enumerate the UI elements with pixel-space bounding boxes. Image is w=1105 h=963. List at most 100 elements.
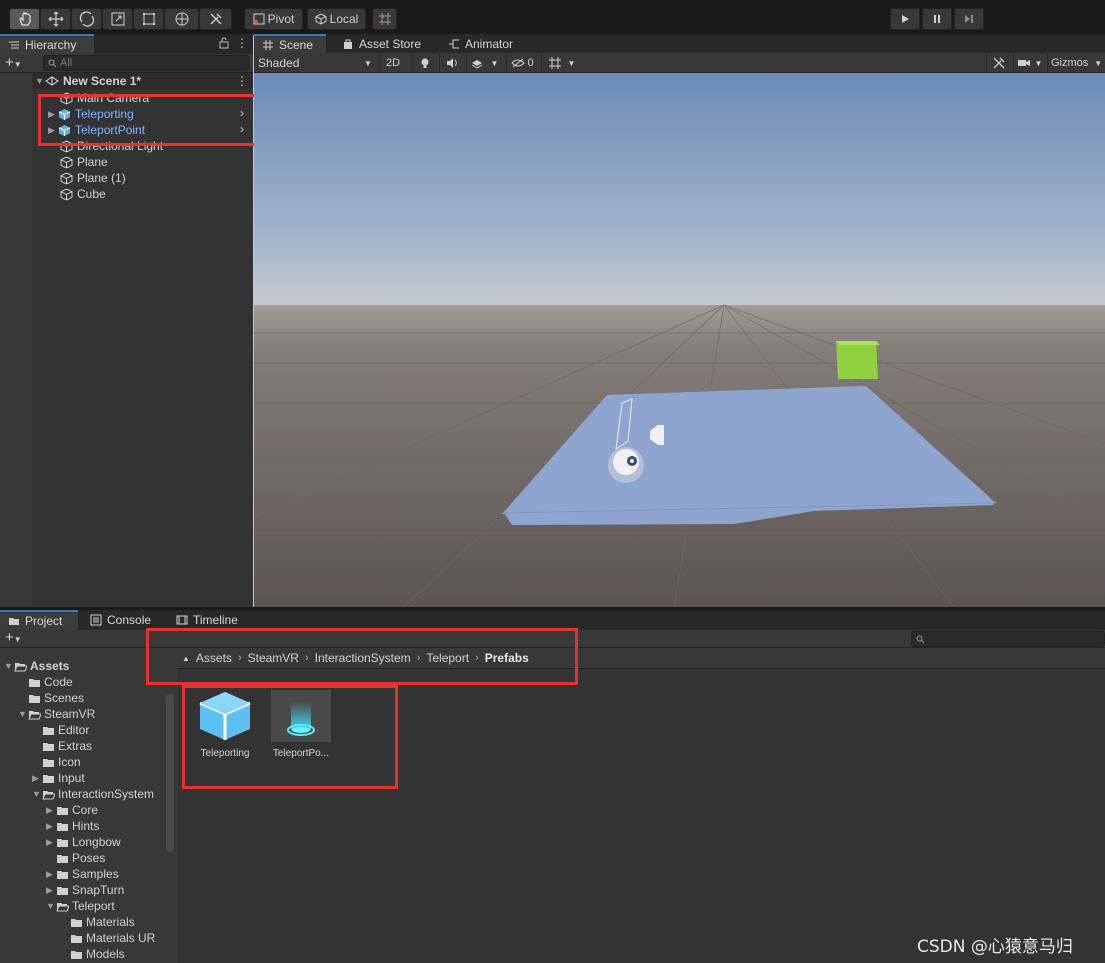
tab-project[interactable]: Project: [0, 610, 78, 630]
hidden-objects-toggle[interactable]: 0: [506, 54, 538, 72]
tree-item-materials-ur[interactable]: Materials UR: [60, 930, 155, 946]
rect-tool-button[interactable]: [133, 8, 164, 30]
transform-tool-button[interactable]: [164, 8, 199, 30]
tree-item-materials[interactable]: Materials: [60, 914, 135, 930]
tools-icon: [993, 57, 1004, 69]
move-tool-button[interactable]: [40, 8, 71, 30]
folder-icon: [57, 806, 68, 815]
hierarchy-tab-strip: Hierarchy ⋮: [0, 34, 253, 54]
tree-scrollbar[interactable]: [166, 694, 174, 852]
collapsed-arrow-icon[interactable]: ▶: [46, 885, 56, 896]
tree-item-extras[interactable]: Extras: [32, 738, 92, 754]
scene-tools-button[interactable]: [986, 54, 1010, 72]
transform-icon: [175, 12, 188, 26]
step-button[interactable]: [954, 8, 984, 30]
lighting-toggle-button[interactable]: [412, 54, 436, 72]
film-icon: [176, 615, 188, 625]
grid-dropdown[interactable]: ▼: [541, 54, 581, 72]
tree-item-code[interactable]: Code: [18, 674, 73, 690]
project-search-input[interactable]: [911, 631, 1105, 647]
tree-item-core[interactable]: ▶ Core: [46, 802, 98, 818]
gizmos-label: Gizmos: [1051, 57, 1089, 69]
tree-item-label: Longbow: [72, 835, 121, 849]
tree-item-icon[interactable]: Icon: [32, 754, 81, 770]
tree-item-label: Hints: [72, 819, 100, 833]
tree-item-editor[interactable]: Editor: [32, 722, 89, 738]
folder-icon: [43, 726, 54, 735]
add-object-button[interactable]: +▼: [5, 54, 22, 71]
tree-item-label: Poses: [72, 851, 106, 865]
tree-item-label: SteamVR: [44, 707, 96, 721]
tree-item-label: Teleport: [72, 899, 115, 913]
hierarchy-search-input[interactable]: All: [43, 55, 249, 71]
collapsed-arrow-icon[interactable]: ▶: [46, 837, 56, 848]
snap-grid-button[interactable]: [372, 8, 397, 30]
pivot-label: Pivot: [267, 12, 295, 26]
local-toggle-button[interactable]: Local: [307, 8, 366, 30]
scene-viewport[interactable]: [254, 73, 1105, 607]
scene-menu-icon[interactable]: ⋮: [236, 74, 248, 88]
expand-arrow-icon[interactable]: ▼: [32, 789, 42, 799]
shading-mode-dropdown[interactable]: Shaded ▼: [258, 54, 374, 72]
tree-item-label: SnapTurn: [72, 883, 125, 897]
tree-item-samples[interactable]: ▶ Samples: [46, 866, 119, 882]
lock-icon[interactable]: [218, 37, 230, 52]
tree-item-hints[interactable]: ▶ Hints: [46, 818, 99, 834]
tree-item-assets[interactable]: ▼ Assets: [4, 658, 69, 674]
collapsed-arrow-icon[interactable]: ▶: [46, 869, 56, 880]
collapsed-arrow-icon[interactable]: ▶: [46, 821, 56, 832]
tree-item-poses[interactable]: Poses: [46, 850, 105, 866]
item-label: Cube: [77, 187, 106, 201]
tree-item-models[interactable]: Models: [60, 946, 125, 962]
tree-item-steamvr[interactable]: ▼ SteamVR: [18, 706, 95, 722]
play-icon: [902, 15, 909, 23]
tree-item-label: Materials UR: [86, 931, 156, 945]
shopping-bag-icon: [344, 39, 352, 49]
tree-item-longbow[interactable]: ▶ Longbow: [46, 834, 121, 850]
hierarchy-item-plane-1[interactable]: Plane (1): [60, 170, 126, 186]
hierarchy-item-plane[interactable]: Plane: [60, 154, 108, 170]
tab-asset-store[interactable]: Asset Store: [334, 34, 429, 54]
grid-icon: [263, 40, 273, 50]
tab-timeline[interactable]: Timeline: [168, 610, 246, 630]
more-menu-icon[interactable]: ⋮: [236, 36, 248, 50]
layers-icon: [471, 60, 482, 69]
tree-item-label: Core: [72, 803, 99, 817]
audio-toggle-button[interactable]: [439, 54, 463, 72]
gameobject-icon: [60, 187, 73, 201]
custom-tool-button[interactable]: [199, 8, 232, 30]
tab-animator[interactable]: Animator: [440, 34, 521, 54]
expand-arrow-icon[interactable]: ▼: [18, 709, 28, 719]
speaker-icon: [446, 58, 457, 68]
collapsed-arrow-icon[interactable]: ▶: [32, 773, 42, 784]
hand-tool-button[interactable]: [9, 8, 40, 30]
animator-icon: [449, 39, 459, 49]
tree-item-snapturn[interactable]: ▶ SnapTurn: [46, 882, 124, 898]
scene-root-row[interactable]: ▼ New Scene 1* ⋮: [32, 73, 253, 89]
camera-dropdown[interactable]: ▼: [1013, 54, 1045, 72]
pause-button[interactable]: [922, 8, 952, 30]
2d-toggle-button[interactable]: 2D: [379, 54, 406, 72]
rotate-tool-button[interactable]: [71, 8, 102, 30]
play-button[interactable]: [890, 8, 920, 30]
tree-item-scenes[interactable]: Scenes: [18, 690, 84, 706]
effects-dropdown[interactable]: ▼: [466, 54, 502, 72]
pivot-toggle-button[interactable]: Pivot: [244, 8, 303, 30]
tab-hierarchy[interactable]: Hierarchy: [0, 34, 94, 54]
hierarchy-item-cube[interactable]: Cube: [60, 186, 106, 202]
collapsed-arrow-icon[interactable]: ▶: [46, 805, 56, 816]
tree-item-input[interactable]: ▶ Input: [32, 770, 85, 786]
scale-tool-button[interactable]: [102, 8, 133, 30]
tab-console[interactable]: Console: [82, 610, 159, 630]
tree-item-interactionsystem[interactable]: ▼ InteractionSystem: [32, 786, 154, 802]
expand-arrow-icon[interactable]: ▼: [4, 661, 14, 671]
gizmos-dropdown[interactable]: Gizmos ▼: [1047, 54, 1105, 72]
tree-item-teleport[interactable]: ▼ Teleport: [46, 898, 115, 914]
tree-item-label: Input: [58, 771, 85, 785]
shading-mode-label: Shaded: [258, 56, 300, 70]
main-toolbar: Pivot Local: [0, 0, 1105, 35]
tab-scene[interactable]: Scene: [254, 34, 326, 54]
expand-arrow-icon[interactable]: ▼: [46, 901, 56, 911]
create-asset-button[interactable]: +▼: [5, 629, 22, 646]
expand-arrow-icon[interactable]: ▼: [35, 76, 45, 86]
